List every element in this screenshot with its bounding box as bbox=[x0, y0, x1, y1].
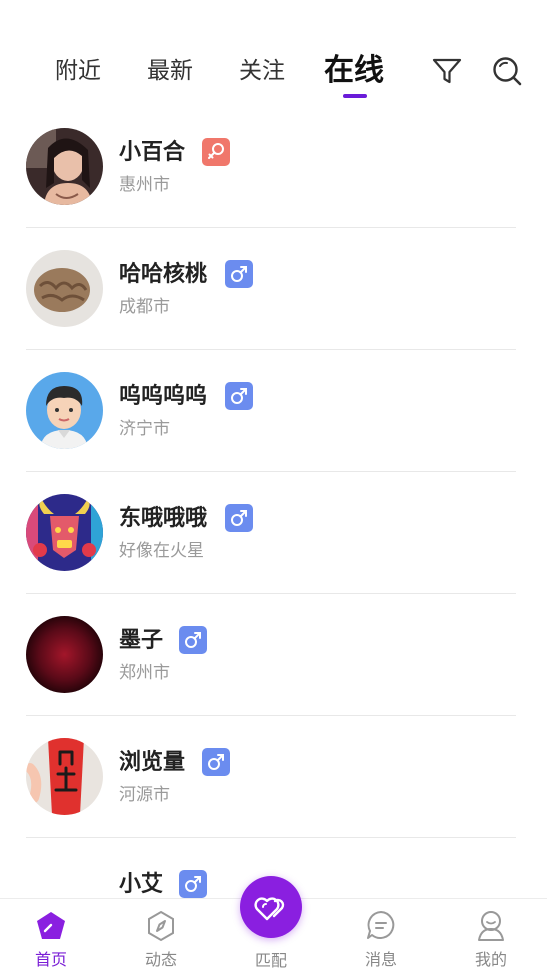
list-item[interactable]: 墨子 郑州市 bbox=[0, 594, 547, 716]
user-city: 济宁市 bbox=[119, 419, 170, 439]
tab-following[interactable]: 关注 bbox=[239, 56, 285, 86]
male-gender-icon bbox=[225, 260, 253, 288]
avatar[interactable] bbox=[26, 738, 103, 815]
match-button[interactable] bbox=[240, 876, 302, 938]
nav-mine[interactable]: 我的 bbox=[446, 899, 536, 975]
filter-icon[interactable] bbox=[431, 55, 463, 87]
nav-mine-label: 我的 bbox=[474, 950, 507, 969]
user-name: 东哦哦哦 bbox=[119, 506, 208, 531]
profile-icon bbox=[478, 911, 504, 941]
tab-online[interactable]: 在线 bbox=[324, 52, 384, 90]
avatar[interactable] bbox=[26, 616, 103, 693]
user-name: 墨子 bbox=[119, 628, 164, 653]
nav-messages[interactable]: 消息 bbox=[336, 899, 426, 975]
online-user-list: 小百合 惠州市 哈哈核桃 成都市 呜呜呜呜 济宁市 东哦哦哦 好像在火星 墨子 … bbox=[0, 106, 547, 960]
avatar[interactable] bbox=[26, 250, 103, 327]
list-item[interactable]: 浏览量 河源市 bbox=[0, 716, 547, 838]
list-item[interactable]: 呜呜呜呜 济宁市 bbox=[0, 350, 547, 472]
list-item[interactable]: 小百合 惠州市 bbox=[0, 106, 547, 228]
male-gender-icon bbox=[225, 382, 253, 410]
nav-feed[interactable]: 动态 bbox=[116, 899, 206, 975]
nav-feed-label: 动态 bbox=[144, 950, 177, 969]
user-name: 呜呜呜呜 bbox=[119, 384, 208, 409]
active-tab-indicator bbox=[343, 94, 367, 98]
user-name: 小艾 bbox=[119, 872, 164, 897]
list-item[interactable]: 东哦哦哦 好像在火星 bbox=[0, 472, 547, 594]
female-gender-icon bbox=[202, 138, 230, 166]
tab-latest[interactable]: 最新 bbox=[147, 56, 193, 86]
hearts-icon bbox=[254, 897, 285, 921]
avatar[interactable] bbox=[26, 372, 103, 449]
home-icon bbox=[37, 912, 65, 939]
male-gender-icon bbox=[179, 870, 207, 898]
male-gender-icon bbox=[179, 626, 207, 654]
search-icon[interactable] bbox=[491, 55, 523, 87]
top-tab-bar: 附近 最新 关注 在线 bbox=[0, 0, 547, 110]
message-icon bbox=[367, 911, 395, 939]
compass-icon bbox=[148, 910, 174, 942]
tab-nearby[interactable]: 附近 bbox=[55, 56, 101, 86]
user-city: 惠州市 bbox=[119, 175, 170, 195]
avatar[interactable] bbox=[26, 128, 103, 205]
male-gender-icon bbox=[202, 748, 230, 776]
user-city: 成都市 bbox=[119, 297, 170, 317]
user-city: 好像在火星 bbox=[119, 541, 204, 561]
male-gender-icon bbox=[225, 504, 253, 532]
list-item[interactable]: 哈哈核桃 成都市 bbox=[0, 228, 547, 350]
user-city: 郑州市 bbox=[119, 663, 170, 683]
user-name: 浏览量 bbox=[119, 750, 186, 775]
avatar[interactable] bbox=[26, 494, 103, 571]
user-name: 小百合 bbox=[119, 140, 186, 165]
nav-match-label[interactable]: 匹配 bbox=[226, 950, 316, 972]
nav-messages-label: 消息 bbox=[364, 950, 397, 969]
user-name: 哈哈核桃 bbox=[119, 262, 208, 287]
nav-home[interactable]: 首页 bbox=[6, 899, 96, 975]
user-city: 河源市 bbox=[119, 785, 170, 805]
nav-home-label: 首页 bbox=[34, 950, 67, 969]
